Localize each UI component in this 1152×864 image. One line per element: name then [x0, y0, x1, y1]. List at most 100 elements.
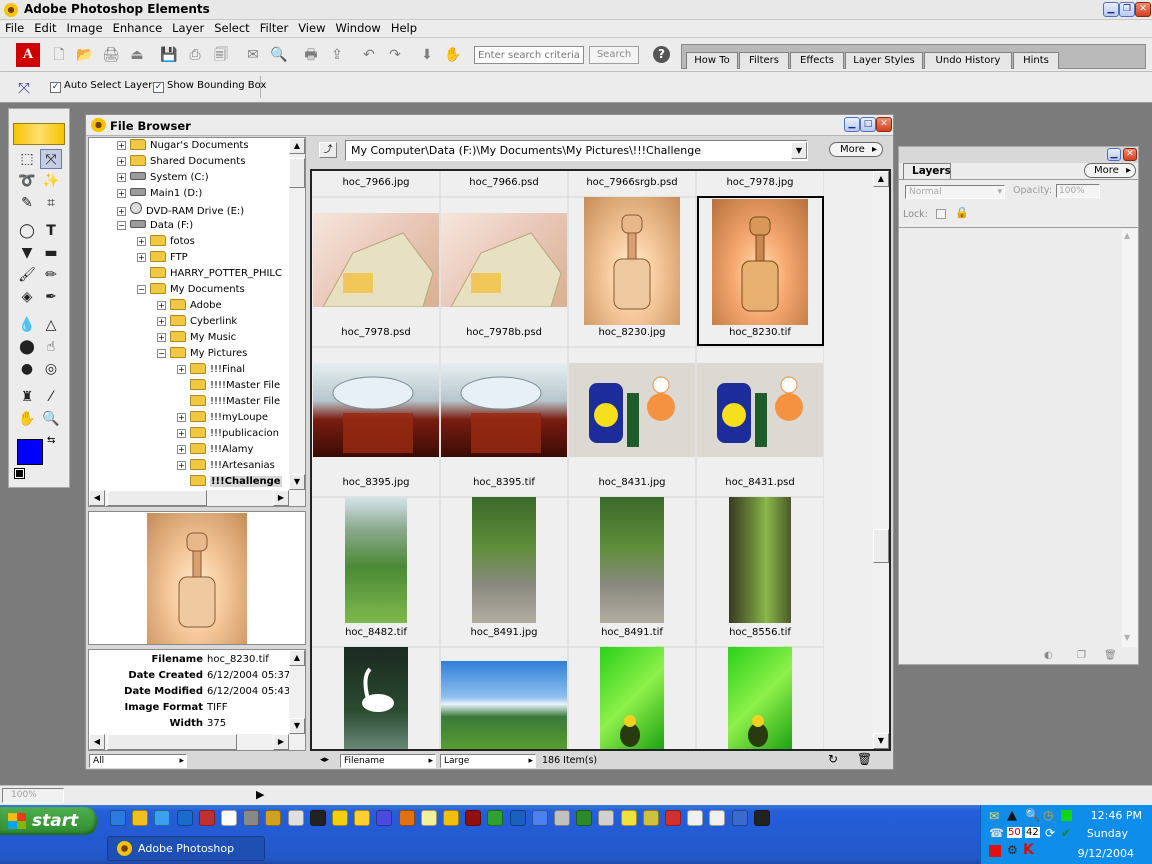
scroll-left-icon[interactable]: ◀ [89, 734, 105, 750]
browser-icon[interactable] [154, 810, 171, 826]
mail-icon[interactable]: ✉ [989, 809, 999, 823]
paint-icon[interactable] [354, 810, 371, 826]
photoshop-icon[interactable] [443, 810, 459, 826]
quick-fix-icon[interactable]: ⬇ [418, 46, 436, 64]
thumbnail-image[interactable] [697, 363, 823, 457]
fb-maximize-button[interactable]: □ [860, 117, 876, 132]
tray-counter-a[interactable]: 50 [1007, 827, 1022, 838]
thumbnail-caption[interactable]: hoc_8556.tif [696, 627, 824, 638]
thumbnail-image[interactable] [472, 497, 536, 623]
network-icon[interactable]: ▲ [1007, 808, 1017, 823]
tree-item[interactable]: HARRY_POTTER_PHILC [137, 266, 282, 282]
wifi-icon[interactable] [753, 810, 770, 826]
burner-icon[interactable] [554, 810, 570, 826]
layers-scrollbar[interactable]: ▲ ▼ [1122, 229, 1137, 647]
outlook-icon[interactable] [132, 810, 149, 826]
menu-image[interactable]: Image [62, 20, 108, 37]
color-variations-icon[interactable]: ✋ [444, 46, 462, 64]
elements-icon[interactable] [642, 810, 659, 826]
thumbnail-image[interactable] [441, 661, 567, 749]
new-file-icon[interactable]: 🗋 [50, 46, 68, 64]
calc-icon[interactable] [287, 810, 304, 826]
tree-item[interactable]: + !!!publicacion [177, 426, 279, 442]
gradient-tool-icon[interactable]: ▬ [40, 243, 62, 263]
tree-item[interactable]: !!!Challenge [177, 474, 282, 490]
menu-help[interactable]: Help [386, 20, 422, 37]
expand-icon[interactable]: + [177, 365, 186, 374]
sharpen-tool-icon[interactable]: △ [40, 315, 62, 335]
up-folder-icon[interactable]: ⤴ [319, 142, 337, 158]
fb-minimize-button[interactable]: ▁ [844, 117, 860, 132]
path-dropdown-arrow-icon[interactable]: ▼ [791, 142, 807, 159]
print-preview-icon[interactable]: 🗐 [212, 46, 230, 64]
remote-icon[interactable] [731, 810, 748, 826]
checkbox-checked-icon[interactable]: ✓ [153, 82, 164, 93]
tree-item[interactable]: + Cyberlink [157, 314, 237, 330]
zoom-tool-icon[interactable]: 🔍 [40, 409, 62, 429]
import-icon[interactable]: ⏏ [128, 46, 146, 64]
video-icon[interactable] [687, 810, 704, 826]
scroll-down-icon[interactable]: ▼ [873, 733, 889, 749]
swap-colors-icon[interactable]: ⇆ [47, 435, 55, 446]
brush-tool-icon[interactable]: 🖌 [16, 265, 38, 285]
tree-item[interactable]: + Nugar's Documents [117, 138, 249, 154]
expand-icon[interactable]: + [137, 237, 146, 246]
scroll-up-icon[interactable]: ▲ [873, 171, 889, 187]
sponge-tool-icon[interactable]: ⬤ [16, 337, 38, 357]
menu-window[interactable]: Window [330, 20, 385, 37]
layers-title-bar[interactable]: ▁ ✕ [899, 147, 1138, 163]
tree-item[interactable]: − My Pictures [157, 346, 247, 362]
clock-tray-icon[interactable]: ◷ [1043, 808, 1053, 822]
expand-icon[interactable]: + [117, 173, 126, 182]
tab-hints[interactable]: Hints [1013, 52, 1059, 69]
scroll-up-icon[interactable]: ▲ [289, 650, 305, 666]
magnifier-tray-icon[interactable]: 🔍 [1025, 808, 1040, 822]
tree-vertical-scrollbar[interactable]: ▲ ▼ [289, 138, 305, 490]
metadata-view-select[interactable]: All ▸ [89, 754, 187, 768]
firefox-icon[interactable] [398, 810, 415, 826]
tab-effects[interactable]: Effects [790, 52, 844, 69]
hand-tool-icon[interactable]: ✋ [16, 409, 38, 429]
tray-counter-b[interactable]: 42 [1025, 827, 1040, 838]
grid-vertical-scrollbar[interactable]: ▲ ▼ [873, 171, 889, 749]
step-forward-icon[interactable]: ↷ [386, 46, 404, 64]
delete-layer-icon[interactable]: 🗑 [1104, 650, 1117, 661]
status-green-icon[interactable] [1061, 810, 1072, 821]
save-web-icon[interactable]: ⎙ [186, 46, 204, 64]
sync-icon[interactable] [709, 810, 726, 826]
scanner-icon[interactable] [620, 810, 637, 826]
search-icon[interactable] [265, 810, 282, 826]
scroll-up-icon[interactable]: ▲ [1124, 231, 1130, 240]
lasso-tool-icon[interactable]: ➰ [16, 171, 38, 191]
checkbox-checked-icon[interactable]: ✓ [50, 82, 61, 93]
layers-tab[interactable]: Layers [903, 163, 951, 179]
tree-item[interactable]: !!!!Master File [177, 394, 280, 410]
tree-hscroll-thumb[interactable] [107, 490, 207, 506]
tree-item[interactable]: + Adobe [157, 298, 222, 314]
app-icon[interactable] [198, 810, 215, 826]
thumbnail-image[interactable] [729, 497, 791, 623]
move-tool-icon[interactable]: ⤧ [18, 79, 30, 97]
meta-hscroll-thumb[interactable] [107, 734, 237, 750]
layers-minimize-button[interactable]: ▁ [1107, 148, 1121, 161]
tab-undo-history[interactable]: Undo History [924, 52, 1012, 69]
thumbnail-image[interactable] [313, 213, 439, 307]
tree-item[interactable]: + !!!myLoupe [177, 410, 268, 426]
type-tool-icon[interactable]: T [40, 221, 62, 241]
blend-mode-select[interactable]: Normal ▾ [905, 185, 1005, 199]
thumbnail-caption[interactable]: hoc_8395.tif [440, 477, 568, 488]
lock-icon[interactable]: 🔒 [955, 206, 969, 219]
status-menu-arrow-icon[interactable]: ▶ [256, 788, 264, 801]
thumbnail-image[interactable] [569, 363, 695, 457]
thumbnail-caption[interactable]: hoc_8431.psd [696, 477, 824, 488]
tree-item[interactable]: + Shared Documents [117, 154, 245, 170]
thumbnail-caption[interactable]: hoc_7978.jpg [696, 177, 824, 188]
network-icon[interactable] [531, 810, 548, 826]
auto-select-layer-option[interactable]: ✓ Auto Select Layer [50, 80, 152, 93]
camera-icon[interactable] [576, 810, 593, 826]
tab-layer-styles[interactable]: Layer Styles [845, 52, 923, 69]
thumbnail-caption[interactable]: hoc_8395.jpg [312, 477, 440, 488]
expand-icon[interactable]: + [117, 141, 126, 150]
marquee-tool-icon[interactable]: ⬚ [16, 149, 38, 169]
save-icon[interactable]: 💾 [160, 46, 178, 64]
